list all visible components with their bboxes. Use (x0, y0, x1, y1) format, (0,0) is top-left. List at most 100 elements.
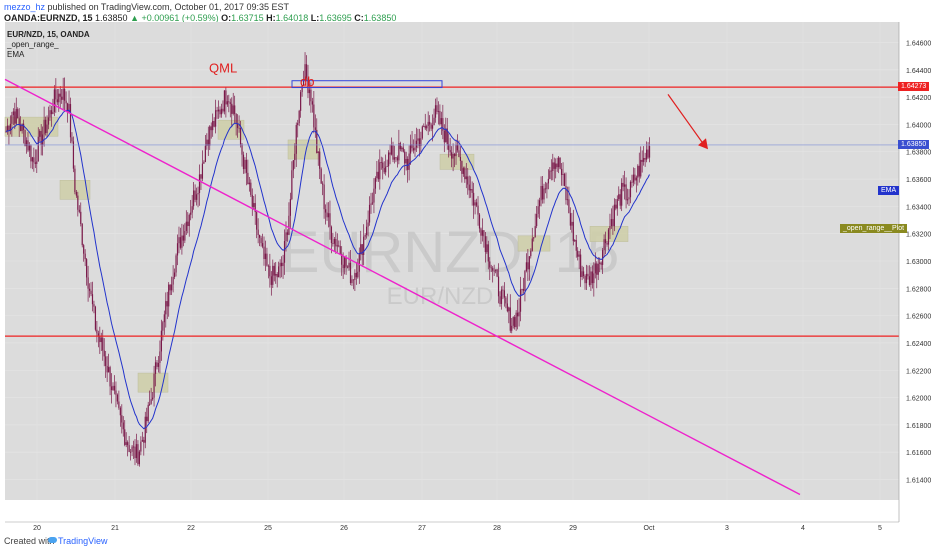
candle-body (222, 108, 224, 112)
candle-body (172, 276, 174, 285)
candle-body (266, 253, 268, 266)
candle-body (40, 130, 42, 145)
candle-body (536, 213, 538, 227)
candle-body (332, 243, 334, 244)
candle-body (24, 129, 26, 147)
candle-body (264, 253, 267, 260)
time-tick-label: 22 (187, 525, 195, 532)
time-tick-label: 26 (340, 525, 348, 532)
candle-body (195, 194, 198, 200)
author-link[interactable]: mezzo_hz (4, 2, 45, 12)
candle-body (496, 269, 498, 277)
candle-body (591, 271, 593, 284)
candle-body (327, 213, 330, 218)
open-range-tag: _open_range__Plot (840, 224, 908, 233)
candle-body (272, 265, 274, 285)
candle-body (115, 390, 117, 395)
candle-body (631, 181, 633, 183)
candle-body (77, 195, 79, 210)
candle-body (220, 108, 223, 115)
candle-body (465, 176, 467, 180)
candle-body (33, 157, 35, 163)
candle-body (173, 272, 176, 277)
candle-body (597, 263, 599, 275)
candle-body (388, 152, 390, 167)
candle-body (329, 213, 331, 227)
candle-body (455, 144, 457, 157)
candle-body (108, 367, 110, 373)
db-label[interactable]: db (300, 74, 314, 89)
candle-body (640, 159, 642, 177)
time-tick-label: 29 (569, 525, 577, 532)
legend-open-range[interactable]: _open_range_ (7, 40, 90, 50)
candle-body (371, 202, 374, 204)
candle-body (385, 166, 387, 173)
candle-body (31, 157, 33, 162)
time-tick-label: Oct (644, 525, 655, 532)
candle-body (648, 146, 651, 158)
candle-body (580, 254, 582, 278)
candle-body (565, 185, 567, 201)
qml-label[interactable]: QML (209, 61, 237, 76)
candle-body (238, 127, 240, 129)
candle-body (44, 119, 47, 134)
legend-ema[interactable]: EMA (7, 50, 90, 60)
candle-body (292, 160, 294, 171)
price-axis[interactable]: 1.64600 1.64400 1.64200 1.64000 1.63800 1.636… (898, 22, 931, 522)
candle-body (437, 110, 440, 112)
last-price-tag: 1.63850 (898, 139, 930, 149)
candle-body (193, 190, 195, 207)
candle-body (253, 203, 255, 207)
candle-body (150, 399, 152, 404)
candle-body (84, 253, 86, 260)
candle-body (62, 88, 64, 100)
candle-body (600, 262, 602, 265)
candle-body (547, 178, 549, 184)
candle-body (81, 223, 83, 246)
candle-body (643, 157, 645, 162)
candle-body (200, 174, 202, 179)
price-tick-label: 1.62600 (906, 314, 931, 321)
candle-body (42, 134, 44, 145)
chart-area[interactable]: EURNZD, 15 EUR/NZD QML db 1.64600 1.64400… (0, 22, 932, 532)
candle-body (151, 397, 154, 400)
candle-body (231, 103, 233, 114)
candle-body (157, 362, 160, 367)
candle-body (121, 415, 123, 423)
candle-body (470, 189, 472, 191)
time-axis[interactable]: 20 21 22 25 26 27 28 29 Oct 3 4 5 (5, 521, 899, 532)
candle-body (519, 289, 522, 312)
price-tick-label: 1.62400 (906, 341, 931, 348)
candle-body (36, 161, 38, 164)
candle-body (392, 145, 394, 160)
candle-body (330, 226, 333, 244)
candle-body (367, 222, 369, 227)
candle-body (440, 118, 442, 125)
candle-body (326, 212, 328, 218)
candle-body (352, 279, 355, 281)
price-chart[interactable]: EURNZD, 15 EUR/NZD QML db 1.646001.64400… (0, 22, 932, 532)
candle-body (209, 126, 211, 146)
legend-symbol: EUR/NZD, 15, OANDA (7, 30, 90, 39)
tradingview-link[interactable]: TradingView (58, 536, 108, 546)
candle-body (429, 121, 431, 125)
candle-body (541, 186, 544, 200)
candle-body (581, 271, 583, 278)
candle-body (324, 209, 327, 213)
candle-body (93, 304, 95, 307)
candle-body (188, 214, 190, 227)
candle-body (171, 284, 173, 291)
candle-body (65, 100, 67, 104)
candle-body (354, 272, 356, 281)
candle-body (619, 194, 621, 206)
price-tick-label: 1.64400 (906, 68, 931, 75)
candle-body (590, 271, 592, 286)
candle-body (278, 266, 280, 278)
candle-body (423, 125, 425, 127)
candle-body (585, 273, 588, 284)
candle-body (27, 140, 29, 151)
candle-body (153, 373, 155, 398)
candle-body (64, 88, 66, 101)
candle-body (273, 265, 275, 276)
candle-body (374, 178, 377, 189)
